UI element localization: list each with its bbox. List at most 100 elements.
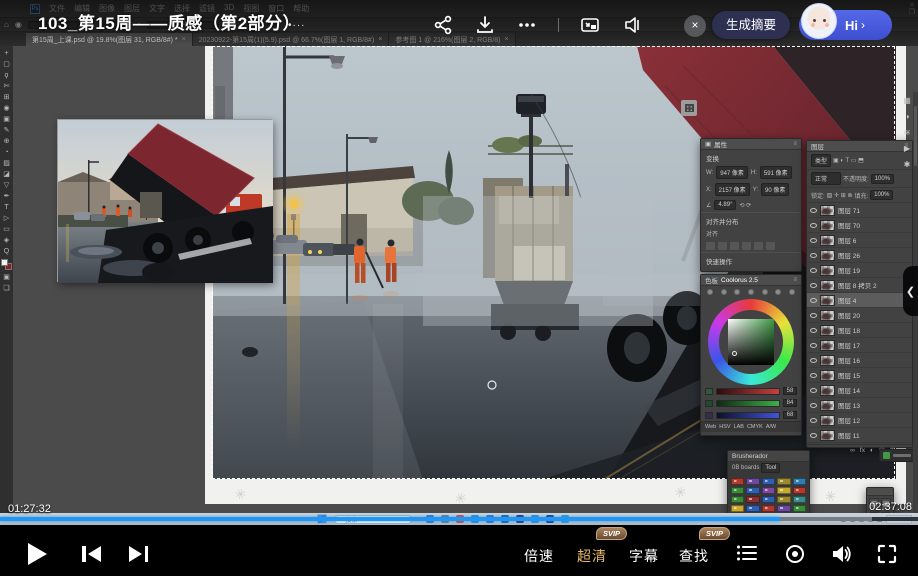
shortcut-chip bbox=[777, 505, 790, 512]
shortcut-chip bbox=[762, 478, 775, 485]
layer-thumbnail bbox=[820, 325, 835, 336]
color-wheel-panel: 色板 Coolorus 2.5 ≡ 58 84 68 bbox=[700, 274, 802, 436]
dock-icon: ≋ bbox=[904, 128, 911, 137]
svip-badge-quality: SVIP bbox=[596, 527, 627, 540]
avatar-pill[interactable]: Hi › bbox=[799, 10, 892, 40]
download-icon[interactable] bbox=[474, 14, 496, 36]
dock-icon: ✱ bbox=[904, 160, 911, 169]
red-slider: 58 bbox=[701, 385, 801, 397]
properties-title: 属性 bbox=[714, 139, 727, 149]
previous-episode-button[interactable] bbox=[82, 546, 104, 562]
find-button[interactable]: 查找 bbox=[679, 546, 709, 566]
tool-marquee-icon: ▢ bbox=[0, 59, 13, 70]
layer-thumbnail bbox=[820, 235, 835, 246]
shortcut-chip bbox=[731, 505, 744, 512]
total-time: 02:37:08 bbox=[869, 501, 912, 513]
tool-clone-stamp-icon: ⊕ bbox=[0, 136, 13, 147]
playlist-icon[interactable] bbox=[736, 544, 758, 562]
progress-played bbox=[0, 517, 780, 521]
shortcut-chip bbox=[793, 487, 806, 494]
brusherador-panel: Brusherador 0B boards Tool bbox=[727, 450, 810, 513]
video-frame[interactable]: Ps 文件编辑图像图层文字选择滤镜3D视图窗口帮助 ✕❐ ⌂ ◉ ◔ ✈ 第15… bbox=[0, 0, 918, 525]
layer-row: 图层 20 bbox=[807, 308, 912, 323]
play-button[interactable] bbox=[28, 543, 47, 565]
layer-thumbnail bbox=[820, 370, 835, 381]
blue-slider: 68 bbox=[701, 409, 801, 421]
layer-thumbnail bbox=[820, 280, 835, 291]
coolorus-tab: Coolorus 2.5 bbox=[721, 277, 758, 284]
svip-badge-find: SVIP bbox=[699, 527, 730, 540]
layer-visibility-icon bbox=[810, 388, 817, 393]
tool-heal-icon: ▣ bbox=[0, 114, 13, 125]
close-icon[interactable]: × bbox=[684, 15, 706, 37]
generate-summary-button[interactable]: 生成摘要 bbox=[712, 11, 790, 39]
quick-actions-label: 快速操作 bbox=[701, 252, 801, 267]
blend-mode-select: 正常 bbox=[811, 172, 841, 185]
shortcut-chip bbox=[731, 478, 744, 485]
speed-button[interactable]: 倍速 bbox=[524, 546, 554, 566]
layer-visibility-icon bbox=[810, 343, 817, 348]
layer-row: 图层 8 拷贝 2 bbox=[807, 278, 912, 293]
tool-brush-icon: ✎ bbox=[0, 125, 13, 136]
share-icon[interactable] bbox=[432, 14, 454, 36]
fullscreen-icon[interactable] bbox=[877, 544, 897, 564]
volume-icon[interactable] bbox=[831, 544, 853, 564]
shortcut-chip bbox=[762, 487, 775, 494]
toolbar-divider bbox=[558, 18, 559, 32]
file-info-chip bbox=[879, 449, 915, 462]
tool-hand-icon: ◈ bbox=[0, 235, 13, 246]
layer-visibility-icon bbox=[810, 313, 817, 318]
layer-row: 图层 12 bbox=[807, 413, 912, 428]
tool-path-select-icon: ▷ bbox=[0, 213, 13, 224]
subtitles-button[interactable]: 字幕 bbox=[629, 546, 659, 566]
width-field: 947 像素 bbox=[716, 166, 748, 179]
layer-visibility-icon bbox=[810, 223, 817, 228]
shortcut-chip bbox=[731, 487, 744, 494]
tool-quick-select-icon: ✄ bbox=[0, 81, 13, 92]
shortcut-chip bbox=[793, 505, 806, 512]
ps-pasteboard: ✳ ✳ ✳ ✳ bbox=[13, 46, 918, 513]
shortcut-chip bbox=[777, 478, 790, 485]
mute-icon[interactable] bbox=[621, 14, 643, 36]
color-swatch-dots bbox=[701, 286, 801, 295]
record-icon[interactable] bbox=[785, 544, 805, 564]
layers-panel: 图层 ≡ 类型 ▣ ◐ T ▭ ⬒ 正常 不透明度: 100% 锁定: ▨ ✛ … bbox=[806, 140, 913, 448]
layer-row: 图层 70 bbox=[807, 218, 912, 233]
shortcut-chip bbox=[746, 505, 759, 512]
layer-row: 图层 19 bbox=[807, 263, 912, 278]
transform-grid-icon bbox=[681, 100, 697, 116]
tool-history-brush-icon: ◔ bbox=[0, 147, 13, 158]
layer-thumbnail bbox=[820, 430, 835, 441]
layer-visibility-icon bbox=[810, 268, 817, 273]
shortcut-chip bbox=[777, 487, 790, 494]
layer-thumbnail bbox=[820, 295, 835, 306]
layer-visibility-icon bbox=[810, 433, 817, 438]
color-wheel bbox=[708, 299, 794, 385]
tool-eyedropper-icon: ◉ bbox=[0, 103, 13, 114]
next-episode-button[interactable] bbox=[126, 546, 148, 562]
tool-lasso-icon: ϙ bbox=[0, 70, 13, 81]
chevron-right-icon: › bbox=[861, 18, 865, 32]
layer-thumbnail bbox=[820, 400, 835, 411]
pip-icon[interactable] bbox=[579, 14, 601, 36]
layer-thumbnail bbox=[820, 265, 835, 276]
fill-value: 100% bbox=[870, 190, 893, 200]
layer-row: 图层 16 bbox=[807, 353, 912, 368]
layer-thumbnail bbox=[820, 415, 835, 426]
tool-crop-icon: ⊞ bbox=[0, 92, 13, 103]
quality-button[interactable]: 超清 bbox=[577, 546, 607, 566]
layer-filter: 类型 bbox=[811, 154, 831, 167]
more-icon[interactable] bbox=[516, 14, 538, 36]
progress-bar[interactable] bbox=[0, 517, 918, 521]
layer-row: 图层 26 bbox=[807, 248, 912, 263]
file-type-icon bbox=[883, 452, 890, 459]
layer-thumbnail bbox=[820, 355, 835, 366]
layer-thumbnail bbox=[820, 220, 835, 231]
avatar bbox=[801, 3, 837, 39]
dock-icon: ▦ bbox=[903, 96, 911, 105]
quick-mask-icon: ▣ bbox=[0, 272, 13, 283]
side-drawer-toggle[interactable]: ❮ bbox=[903, 266, 918, 316]
layer-thumbnail bbox=[820, 205, 835, 216]
current-time: 01:27:32 bbox=[8, 503, 51, 515]
height-field: 591 像素 bbox=[760, 166, 792, 179]
